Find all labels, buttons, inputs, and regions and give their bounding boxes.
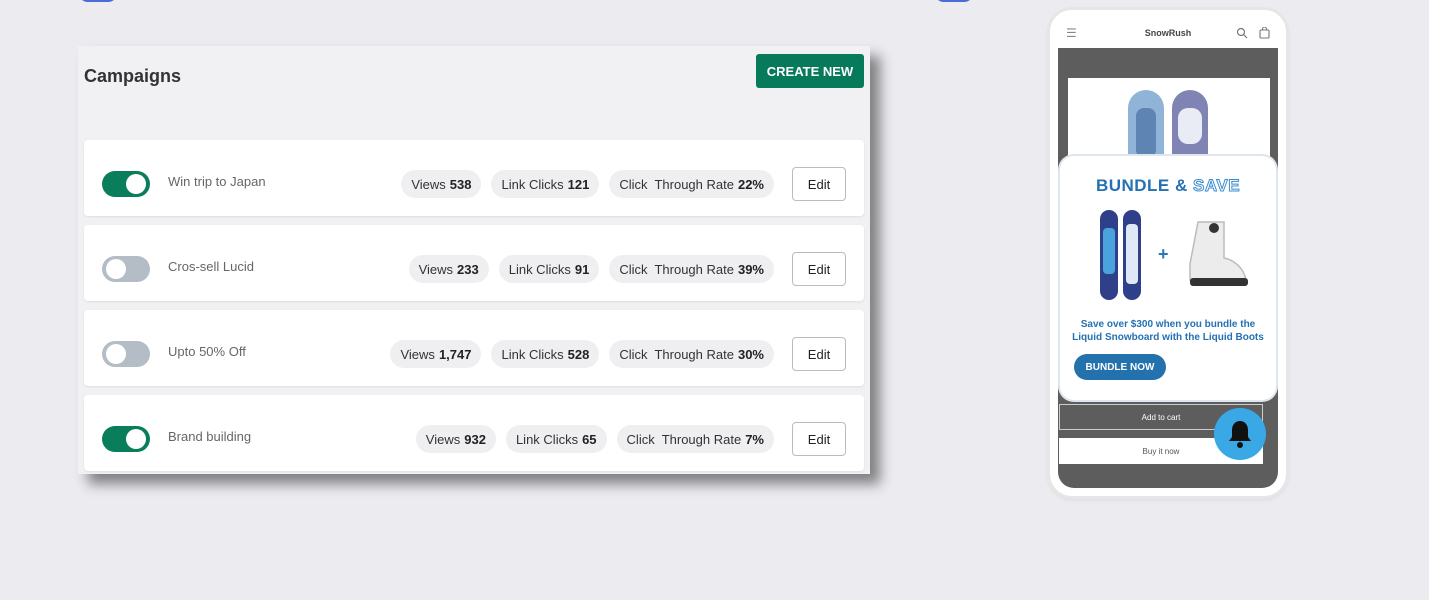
page-title: Campaigns (84, 66, 182, 86)
campaign-row: Cros-sell Lucid Views 233 Link Clicks 91 C… (84, 225, 864, 301)
ctr-value: 39% (737, 261, 764, 277)
ctr-stat: Click Through Rate 22% (609, 170, 774, 198)
popup-title-a: BUNDLE & (1095, 176, 1188, 195)
views-label: Views (400, 346, 435, 362)
ctr-stat: Click Through Rate 39% (609, 255, 774, 283)
decorative-arc-right (934, 0, 974, 2)
views-stat: Views 932 (415, 425, 496, 453)
campaign-name: Upto 50% Off (168, 344, 246, 359)
popup-title-b: SAVE (1193, 176, 1241, 196)
campaign-name: Win trip to Japan (168, 174, 266, 189)
ctr-stat: Click Through Rate 7% (616, 425, 774, 453)
ctr-label: Click Through Rate (619, 176, 734, 192)
clicks-label: Link Clicks (501, 176, 564, 192)
views-stat: Views 233 (408, 255, 489, 283)
ctr-label: Click Through Rate (619, 261, 734, 277)
campaign-toggle[interactable] (102, 426, 150, 452)
store-header: ☰ SnowRush (1050, 10, 1286, 50)
bundle-now-button[interactable]: BUNDLE NOW (1074, 354, 1166, 380)
campaigns-panel: Campaigns CREATE NEW Win trip to Japan V… (78, 46, 870, 474)
toggle-knob (126, 174, 146, 194)
clicks-stat: Link Clicks 65 (505, 425, 607, 453)
clicks-stat: Link Clicks 121 (491, 170, 600, 198)
ctr-value: 22% (737, 176, 764, 192)
campaign-name: Brand building (168, 429, 252, 444)
edit-button[interactable]: Edit (792, 252, 846, 286)
ctr-label: Click Through Rate (626, 431, 742, 447)
ctr-label: Click Through Rate (619, 346, 734, 362)
clicks-value: 121 (567, 176, 590, 192)
bell-icon (1229, 421, 1251, 448)
clicks-stat: Link Clicks 91 (498, 255, 600, 283)
cart-icon[interactable] (1259, 27, 1270, 39)
toggle-knob (106, 344, 126, 364)
campaign-toggle[interactable] (102, 341, 150, 367)
edit-button[interactable]: Edit (792, 167, 846, 201)
clicks-label: Link Clicks (501, 346, 564, 362)
decorative-arc-left (78, 0, 118, 2)
views-label: Views (418, 261, 454, 277)
bundle-popup: BUNDLE & SAVE + Save over $300 when you … (1060, 156, 1276, 400)
ctr-stat: Click Through Rate 30% (609, 340, 774, 368)
plus-sign: + (1158, 244, 1169, 264)
ctr-value: 30% (737, 346, 764, 362)
popup-title: BUNDLE & SAVE (1060, 176, 1276, 196)
popup-description: Save over $300 when you bundle the Liqui… (1072, 319, 1264, 343)
campaign-toggle[interactable] (102, 256, 150, 282)
ctr-value: 7% (745, 431, 764, 447)
campaign-toggle[interactable] (102, 171, 150, 197)
boot-product-image (1189, 221, 1248, 286)
edit-button[interactable]: Edit (792, 337, 846, 371)
views-label: Views (411, 176, 446, 192)
views-stat: Views 1,747 (390, 340, 482, 368)
clicks-value: 91 (574, 261, 590, 277)
store-brand: SnowRush (1144, 28, 1192, 38)
notification-bell-button[interactable] (1214, 408, 1266, 460)
campaign-stats: Views 1,747 Link Clicks 528 Click Through … (390, 340, 774, 368)
views-label: Views (425, 431, 461, 447)
snowboard-product-image (1100, 210, 1141, 300)
campaign-stats: Views 932 Link Clicks 65 Click Through Rat… (415, 425, 774, 453)
clicks-value: 65 (582, 431, 597, 447)
clicks-stat: Link Clicks 528 (491, 340, 600, 368)
campaign-stats: Views 538 Link Clicks 121 Click Through Ra… (401, 170, 774, 198)
create-new-button[interactable]: CREATE NEW (756, 54, 864, 88)
search-icon[interactable] (1236, 27, 1248, 39)
campaign-row: Upto 50% Off Views 1,747 Link Clicks 528 C… (84, 310, 864, 386)
toggle-knob (126, 429, 146, 449)
clicks-value: 528 (567, 346, 590, 362)
views-value: 538 (449, 176, 472, 192)
campaign-row: Brand building Views 932 Link Clicks 65 Cl… (84, 395, 864, 471)
clicks-label: Link Clicks (508, 261, 571, 277)
campaign-stats: Views 233 Link Clicks 91 Click Through Rat… (408, 255, 774, 283)
clicks-label: Link Clicks (515, 431, 579, 447)
views-stat: Views 538 (401, 170, 482, 198)
views-value: 233 (457, 261, 479, 277)
toggle-knob (106, 259, 126, 279)
campaign-row: Win trip to Japan Views 538 Link Clicks 12… (84, 140, 864, 216)
views-value: 932 (464, 431, 486, 447)
campaign-name: Cros-sell Lucid (168, 259, 254, 274)
views-value: 1,747 (438, 346, 472, 362)
edit-button[interactable]: Edit (792, 422, 846, 456)
